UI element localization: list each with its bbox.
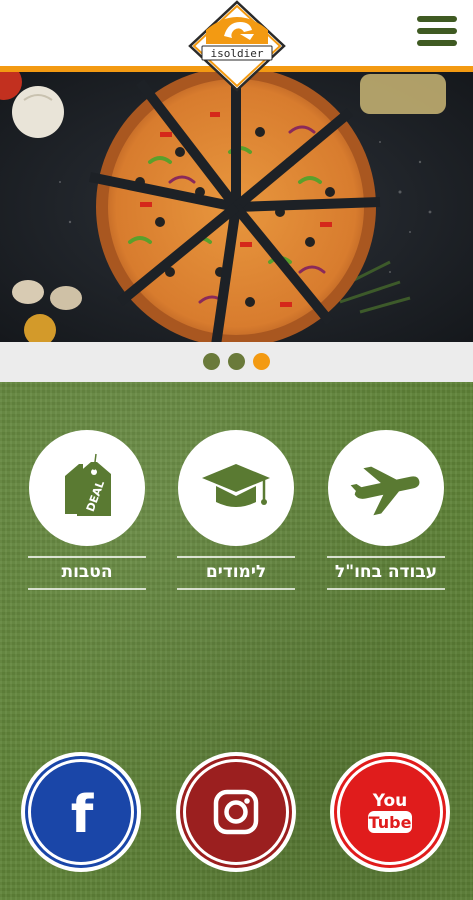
category-circle (178, 430, 294, 546)
divider (28, 588, 146, 590)
category-deals[interactable]: DEAL הטבות (28, 430, 146, 590)
facebook-letter: f (71, 785, 95, 842)
facebook-badge: f (28, 759, 134, 865)
graduation-cap-icon (202, 464, 270, 507)
category-work-abroad[interactable]: עבודה בחו"ל (327, 430, 445, 590)
category-circle: DEAL (29, 430, 145, 546)
category-circle (328, 430, 444, 546)
instagram-icon (213, 789, 259, 835)
menu-bar (417, 28, 457, 34)
youtube-text-bottom: Tube (369, 813, 412, 832)
isoldier-logo[interactable]: isoldier (184, 0, 290, 94)
youtube-badge: You Tube (337, 759, 443, 865)
youtube-icon: You Tube (368, 791, 412, 833)
carousel-dot-1[interactable] (203, 353, 220, 370)
hero-image[interactable] (0, 72, 473, 342)
category-studies[interactable]: לימודים (177, 430, 295, 590)
youtube-text-top: You (372, 791, 408, 811)
logo-icon: isoldier (188, 0, 286, 92)
category-label: עבודה בחו"ל (334, 562, 438, 582)
carousel-dot-2[interactable] (228, 353, 245, 370)
facebook-button[interactable]: f (21, 752, 141, 872)
airplane-icon (350, 466, 420, 516)
menu-bar (417, 40, 457, 46)
instagram-button[interactable] (176, 752, 296, 872)
youtube-button[interactable]: You Tube (330, 752, 450, 872)
facebook-icon: f (71, 785, 95, 842)
pizza-photo (0, 72, 473, 342)
logo-text: isoldier (211, 47, 264, 60)
category-label: לימודים (205, 562, 267, 582)
menu-button[interactable] (417, 16, 457, 52)
divider (177, 588, 295, 590)
category-label: הטבות (61, 562, 113, 582)
deal-tag-icon: DEAL (65, 453, 111, 516)
carousel-dot-3[interactable] (253, 353, 270, 370)
divider (327, 588, 445, 590)
carousel-indicator (0, 342, 473, 382)
instagram-badge (183, 759, 289, 865)
menu-bar (417, 16, 457, 22)
